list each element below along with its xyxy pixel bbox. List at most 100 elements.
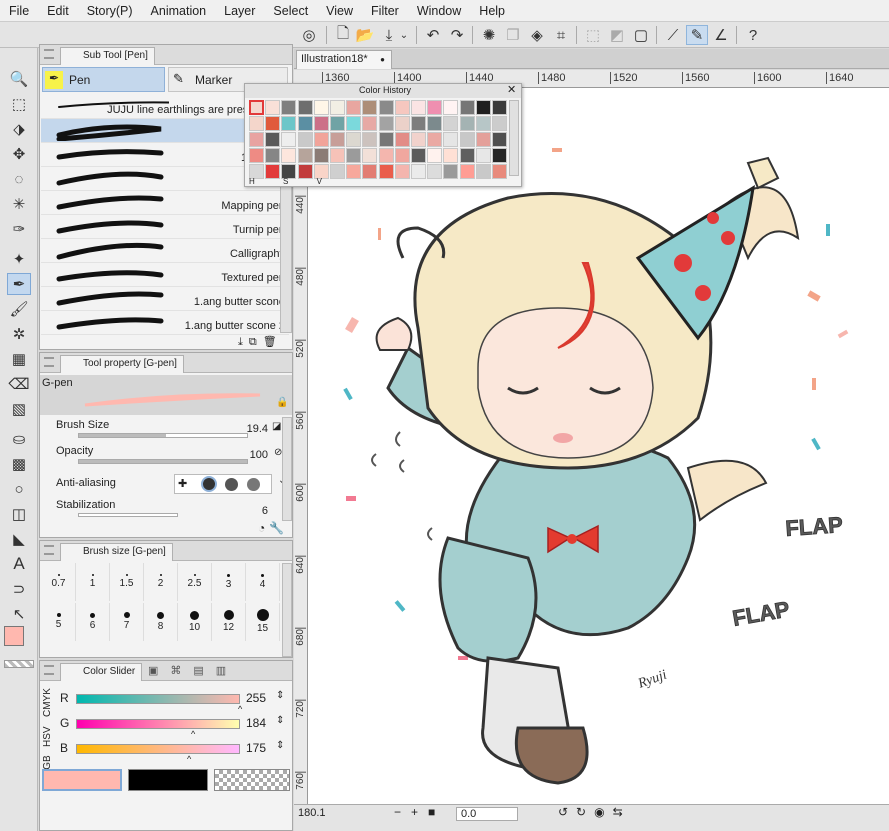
history-swatch[interactable] (249, 100, 264, 115)
brush-size-preset[interactable]: 2.5 (178, 563, 212, 601)
pen-tool-icon[interactable]: ✒ (7, 273, 31, 295)
history-swatch[interactable] (281, 148, 297, 163)
history-swatch[interactable] (427, 116, 443, 131)
invert-selection-icon[interactable]: ◩ (606, 25, 628, 45)
grip-icon[interactable] (44, 545, 54, 555)
menu-edit[interactable]: Edit (38, 0, 78, 22)
history-swatch[interactable] (427, 148, 443, 163)
brush-size-preset[interactable]: 5 (42, 603, 76, 641)
fill-icon[interactable]: ◈ (526, 25, 548, 45)
operation-tool-icon[interactable]: ⬚ (7, 93, 31, 115)
fill-bucket-icon[interactable]: ⛀ (7, 428, 31, 450)
redo-icon[interactable]: ↷ (446, 25, 468, 45)
history-swatch[interactable] (411, 100, 426, 115)
move-tool-icon[interactable]: ✥ (7, 143, 31, 165)
history-swatch[interactable] (394, 148, 410, 163)
grip-icon[interactable] (44, 357, 54, 367)
color-history-scrollbar[interactable] (509, 100, 519, 176)
anti-aliasing-row[interactable]: Anti-aliasing ✚ ⌄ (54, 471, 318, 497)
history-swatch[interactable] (313, 132, 329, 147)
history-swatch[interactable] (313, 116, 329, 131)
brush-size-preset[interactable]: 1.5 (110, 563, 144, 601)
aa-weak-icon[interactable] (201, 476, 217, 492)
open-file-icon[interactable]: 📂 (354, 25, 376, 45)
aa-strong-icon[interactable] (247, 478, 260, 491)
history-swatch[interactable] (378, 148, 394, 163)
g-slider-thumb[interactable]: ^ (191, 729, 195, 739)
history-swatch[interactable] (362, 164, 378, 179)
selection-border-icon[interactable]: ▢ (630, 25, 652, 45)
history-swatch[interactable] (297, 100, 313, 115)
history-swatch[interactable] (411, 164, 426, 179)
history-swatch[interactable] (427, 100, 443, 115)
grip-icon[interactable] (44, 665, 54, 675)
tool-property-scrollbar[interactable] (282, 417, 292, 521)
history-swatch[interactable] (249, 132, 264, 147)
undo-icon[interactable]: ↶ (422, 25, 444, 45)
aa-medium-icon[interactable] (225, 478, 238, 491)
color-panel-tabs-icons[interactable]: ▣⌘▤▥ (148, 664, 238, 677)
angle-value[interactable]: 0.0 (456, 807, 518, 821)
history-swatch[interactable] (265, 116, 281, 131)
history-swatch[interactable] (346, 116, 362, 131)
brush-size-preset[interactable]: 7 (110, 603, 144, 641)
history-swatch[interactable] (346, 132, 362, 147)
g-stepper-icon[interactable]: ⇕ (276, 715, 284, 726)
snap-ruler-icon[interactable]: ∠ (710, 25, 732, 45)
transform-icon[interactable]: ⌗ (550, 25, 572, 45)
menu-select[interactable]: Select (264, 0, 317, 22)
history-swatch[interactable] (492, 148, 507, 163)
transparent-color-swatch[interactable] (4, 660, 34, 668)
history-swatch[interactable] (443, 116, 459, 131)
ruler-icon[interactable]: ⟋ (662, 25, 684, 45)
menu-file[interactable]: File (0, 0, 38, 22)
opacity-row[interactable]: Opacity 100 ⊘ (54, 445, 318, 471)
brush-item[interactable]: Textured pen (41, 263, 289, 287)
zoom-tool-icon[interactable]: 🔍 (7, 68, 31, 90)
history-swatch[interactable] (492, 116, 507, 131)
history-swatch[interactable] (362, 100, 378, 115)
magic-wand-icon[interactable]: ✳ (7, 193, 31, 215)
ruler-tool-icon[interactable]: ◣ (7, 528, 31, 550)
history-swatch[interactable] (492, 100, 507, 115)
pressure-icon[interactable]: ◪ (272, 421, 281, 432)
brush-item[interactable]: 1.ang butter scone 2 (41, 311, 289, 335)
history-swatch[interactable] (475, 164, 491, 179)
brush-tool-icon[interactable]: 🖌 (7, 298, 31, 320)
brush-size-preset[interactable]: 10 (178, 603, 212, 641)
gradient-icon[interactable]: ▩ (7, 453, 31, 475)
history-swatch[interactable] (427, 164, 443, 179)
brush-size-preset[interactable]: 8 (144, 603, 178, 641)
eyedropper-icon[interactable]: ✑ (7, 218, 31, 240)
history-swatch[interactable] (475, 148, 491, 163)
eraser-icon[interactable]: ⌫ (7, 373, 31, 395)
history-swatch[interactable] (346, 148, 362, 163)
history-swatch[interactable] (411, 132, 426, 147)
figure-tool-icon[interactable]: ○ (7, 478, 31, 500)
subtool-footer-icons[interactable]: ⤓⧉🗑 (238, 335, 283, 349)
history-swatch[interactable] (492, 164, 507, 179)
history-swatch[interactable] (394, 132, 410, 147)
help-icon[interactable]: ? (742, 25, 764, 45)
history-swatch[interactable] (297, 148, 313, 163)
loading-icon[interactable]: ✺ (478, 25, 500, 45)
menu-help[interactable]: Help (470, 0, 514, 22)
history-swatch[interactable] (443, 132, 459, 147)
copy-icon[interactable]: ❐ (502, 25, 524, 45)
history-swatch[interactable] (394, 116, 410, 131)
history-swatch[interactable] (362, 148, 378, 163)
spark-icon[interactable]: ✦ (7, 248, 31, 270)
zoom-controls-icons[interactable]: −+■ (394, 805, 445, 819)
brush-item[interactable]: 1.ang butter scone (41, 287, 289, 311)
layer-move-icon[interactable]: ⬗ (7, 118, 31, 140)
lock-icon[interactable]: 🔒 (276, 397, 288, 408)
brush-size-scrollbar[interactable] (282, 563, 292, 657)
blend-icon[interactable]: ▧ (7, 398, 31, 420)
pen-snap-icon[interactable]: ✎ (686, 25, 708, 45)
history-swatch[interactable] (378, 132, 394, 147)
rotate-controls-icons[interactable]: ↺↻◉⇆ (558, 805, 631, 819)
menu-filter[interactable]: Filter (362, 0, 408, 22)
brush-size-preset[interactable]: 4 (246, 563, 280, 601)
decoration-icon[interactable]: ▦ (7, 348, 31, 370)
app-icon[interactable]: ◎ (298, 25, 320, 45)
